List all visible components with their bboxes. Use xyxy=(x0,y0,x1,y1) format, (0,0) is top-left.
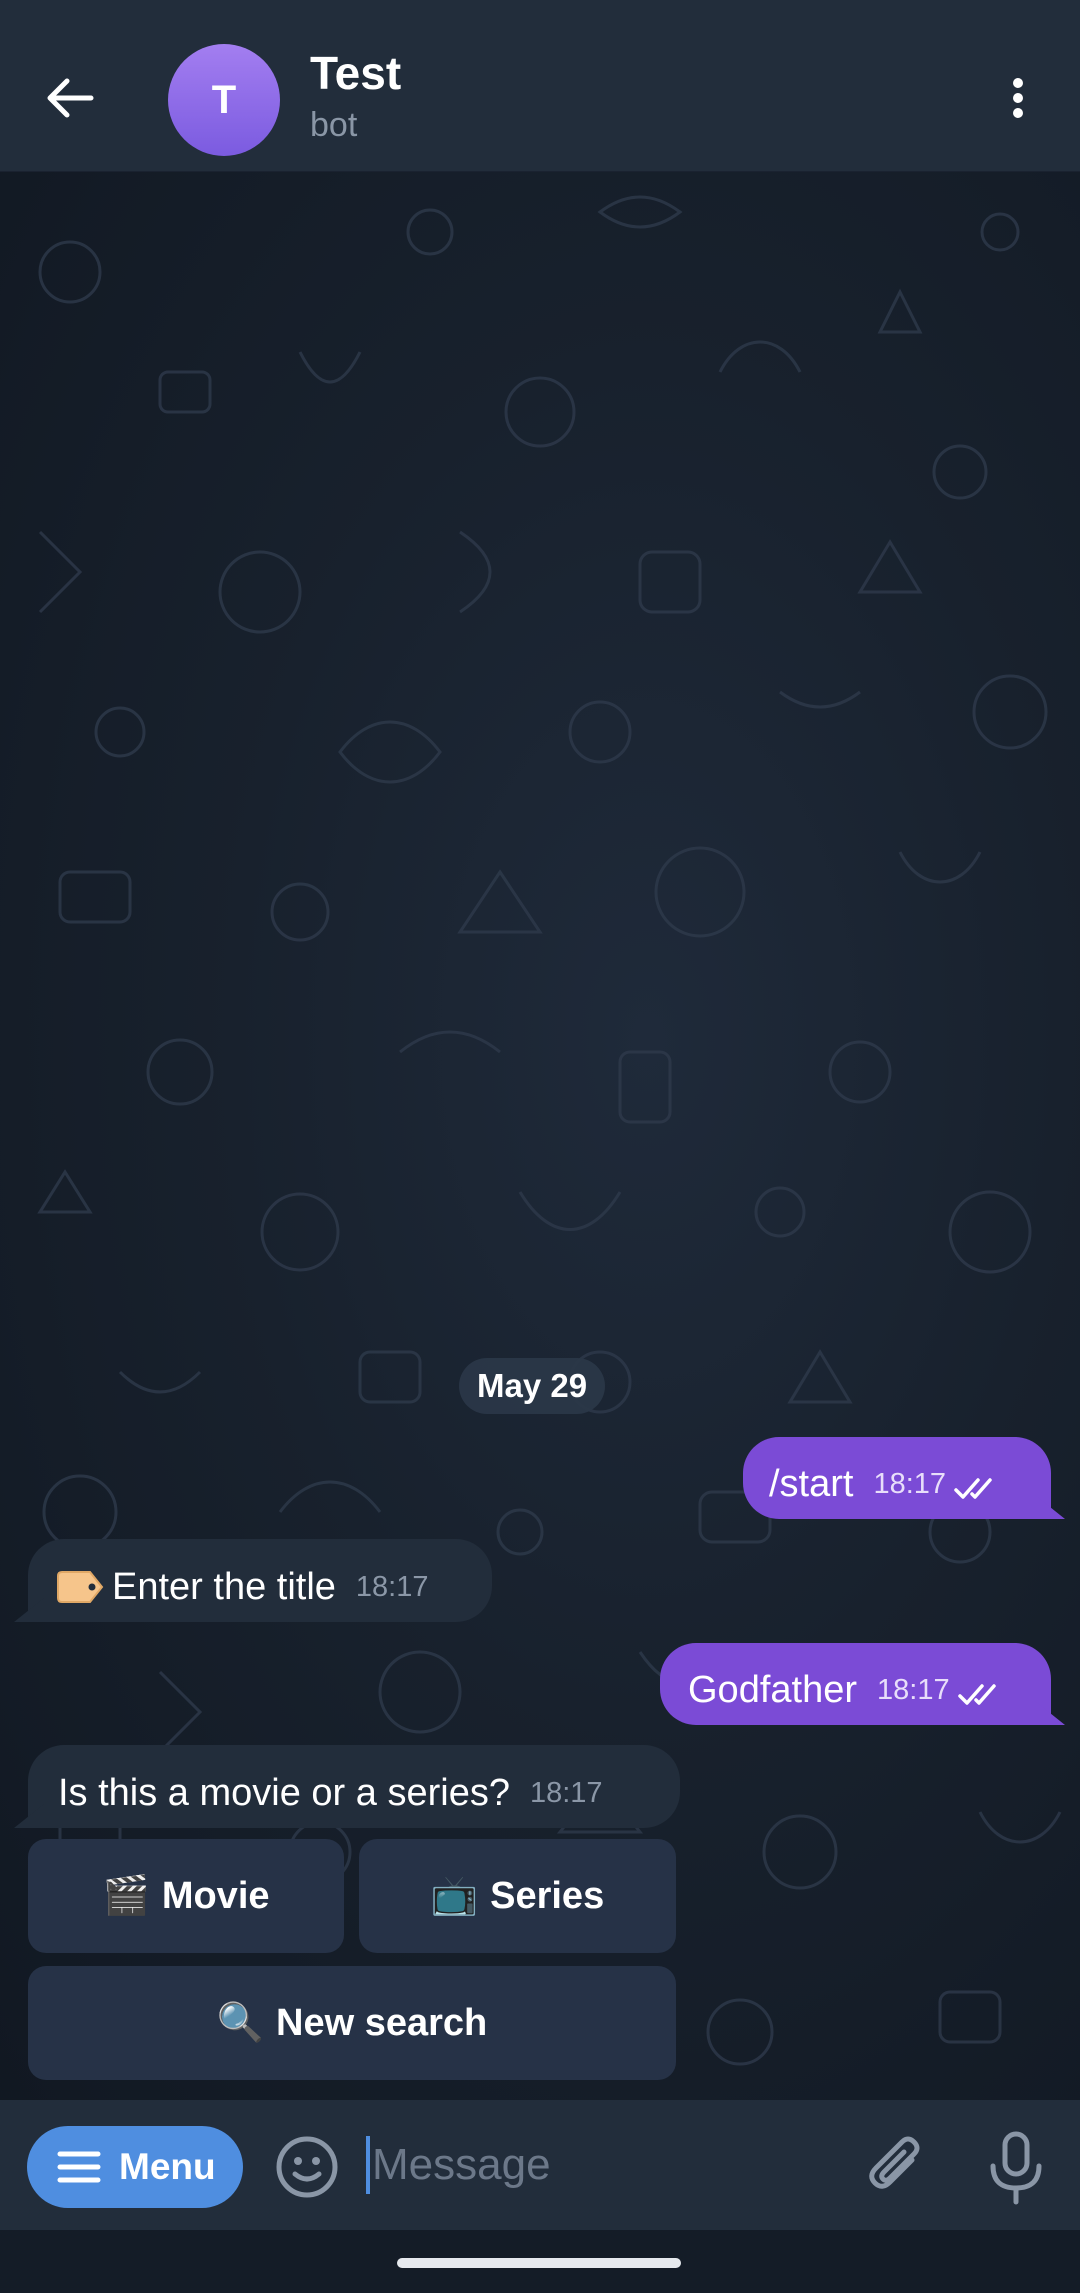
incoming-message[interactable]: Enter the title 18:17 xyxy=(14,1539,492,1622)
new-search-button[interactable]: 🔍 New search xyxy=(28,1966,676,2080)
more-vertical-icon[interactable] xyxy=(990,68,1046,128)
outgoing-message[interactable]: Godfather 18:17 xyxy=(660,1643,1065,1725)
emoji-smile-icon[interactable] xyxy=(272,2132,342,2202)
microphone-icon[interactable] xyxy=(986,2130,1046,2206)
button-label: Series xyxy=(490,1874,605,1917)
read-checkmarks-icon xyxy=(957,1667,1004,1713)
message-time: 18:17 xyxy=(873,1468,947,1500)
message-text: Is this a movie or a series? xyxy=(58,1772,510,1814)
read-checkmarks-icon xyxy=(954,1461,1000,1507)
series-button[interactable]: 📺 Series xyxy=(359,1839,676,1953)
message-time: 18:17 xyxy=(529,1777,603,1809)
label-tag-icon xyxy=(56,1564,104,1610)
message-text: Enter the title xyxy=(112,1566,336,1608)
message-input[interactable] xyxy=(372,2132,812,2198)
message-time: 18:17 xyxy=(877,1674,950,1706)
outgoing-message[interactable]: /start 18:17 xyxy=(743,1437,1065,1519)
back-arrow-icon[interactable] xyxy=(30,58,110,138)
text-cursor xyxy=(366,2136,370,2194)
hamburger-icon xyxy=(57,2151,101,2183)
clapper-board-icon: 🎬 xyxy=(102,1875,150,1917)
chat-header: T Test bot xyxy=(0,0,1080,172)
button-label: Movie xyxy=(161,1874,270,1917)
bot-menu-button[interactable]: Menu xyxy=(27,2126,243,2208)
chat-title[interactable]: Test xyxy=(310,46,401,100)
avatar[interactable]: T xyxy=(168,44,280,156)
movie-button[interactable]: 🎬 Movie xyxy=(28,1839,344,1953)
message-input-bar: Menu xyxy=(0,2100,1080,2230)
home-gesture-handle[interactable] xyxy=(397,2258,681,2268)
television-icon: 📺 xyxy=(430,1875,479,1917)
date-separator: May 29 xyxy=(459,1358,606,1414)
system-navigation-bar xyxy=(0,2230,1080,2293)
message-text: /start xyxy=(769,1463,854,1505)
message-text: Godfather xyxy=(688,1669,857,1711)
incoming-message[interactable]: Is this a movie or a series? 18:17 xyxy=(14,1745,680,1828)
button-label: New search xyxy=(276,2001,488,2044)
paperclip-icon[interactable] xyxy=(862,2130,932,2202)
avatar-letter: T xyxy=(211,77,237,122)
magnifier-icon: 🔍 xyxy=(216,2002,265,2044)
message-time: 18:17 xyxy=(355,1571,429,1603)
menu-label: Menu xyxy=(119,2146,216,2187)
chat-subtitle: bot xyxy=(310,106,358,144)
